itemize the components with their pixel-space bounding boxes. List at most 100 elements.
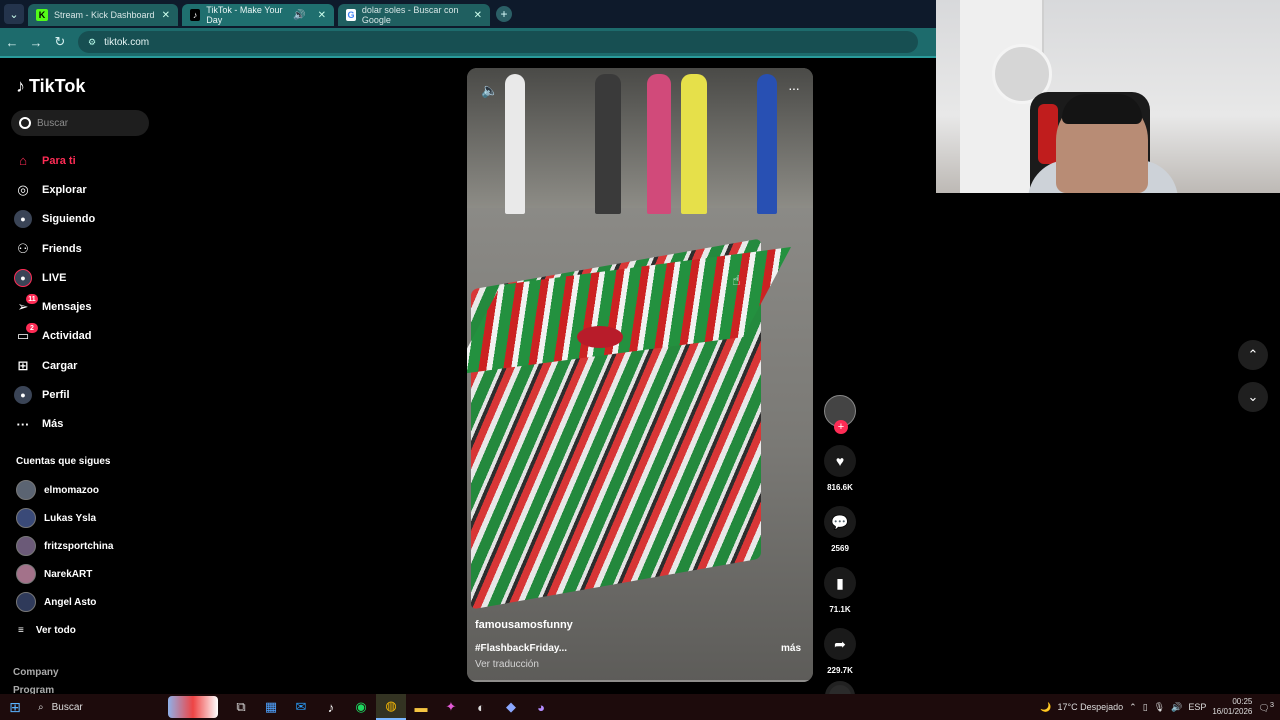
bookmark-icon[interactable]: ▮ — [824, 567, 856, 599]
following-title: Cuentas que sigues — [16, 456, 111, 467]
kick-favicon-icon: K — [36, 9, 48, 21]
nav-mas[interactable]: ··· Más — [14, 410, 154, 439]
following-list: elmomazoo Lukas Ysla fritzsportchina Nar… — [16, 476, 156, 616]
tab-kick[interactable]: K Stream - Kick Dashboard ✕ — [28, 4, 178, 26]
close-icon[interactable]: ✕ — [318, 10, 326, 21]
more-options-icon[interactable]: ··· — [788, 80, 800, 96]
close-icon[interactable]: ✕ — [162, 10, 170, 21]
nav-mensajes[interactable]: ➢ 11 Mensajes — [14, 292, 154, 321]
like-count: 816.6K — [827, 483, 853, 492]
notification-icon[interactable]: 🗨3 — [1258, 700, 1274, 714]
messages-badge: 11 — [26, 294, 38, 305]
following-account[interactable]: elmomazoo — [16, 476, 156, 504]
taskbar-search-label: Buscar — [51, 701, 83, 713]
following-account[interactable]: NarekART — [16, 560, 156, 588]
tiktok-app-icon[interactable]: ♪ — [316, 694, 346, 720]
copilot-icon[interactable]: ✦ — [436, 694, 466, 720]
following-account[interactable]: fritzsportchina — [16, 532, 156, 560]
nav-label: Friends — [42, 242, 82, 255]
google-favicon-icon: G — [346, 9, 356, 21]
nav-label: Siguiendo — [42, 213, 96, 226]
tab-google[interactable]: G dolar soles - Buscar con Google ✕ — [338, 4, 490, 26]
messages-icon: ➢ 11 — [14, 294, 38, 316]
new-tab-button[interactable]: + — [496, 6, 512, 22]
address-bar: ← → ↻ ⚙ tiktok.com — [0, 28, 936, 56]
nav-perfil[interactable]: ● Perfil — [14, 380, 154, 409]
nav-live[interactable]: ● LIVE — [14, 263, 154, 292]
tray-chevron-icon[interactable]: ⌃ — [1129, 702, 1137, 713]
discord-icon[interactable]: ◕ — [526, 694, 556, 720]
see-all-button[interactable]: ≡ Ver todo — [18, 625, 76, 636]
tab-search-icon[interactable]: ⌄ — [4, 4, 24, 24]
mic-icon[interactable]: 🎙 — [1154, 702, 1165, 713]
search-input[interactable]: Buscar — [11, 110, 149, 136]
microsoft-store-icon[interactable]: ▦ — [256, 694, 286, 720]
translate-link[interactable]: Ver traducción — [475, 659, 539, 670]
windows-start-icon[interactable]: ⊞ — [0, 694, 30, 720]
mouse-cursor-icon: ☝ — [732, 272, 741, 288]
tab-tiktok[interactable]: ♪ TikTok - Make Your Day 🔊 ✕ — [182, 4, 334, 26]
nav-label: Para ti — [42, 154, 76, 167]
main-nav: ⌂ Para ti ◎ Explorar ● Siguiendo ⚇ Frien… — [14, 146, 154, 439]
activity-badge: 2 — [26, 323, 38, 334]
url-text: tiktok.com — [104, 36, 150, 48]
comment-action[interactable]: 💬 2569 — [823, 506, 857, 553]
chrome-icon[interactable]: ◍ — [376, 694, 406, 720]
site-info-icon[interactable]: ⚙ — [88, 37, 96, 48]
outlook-icon[interactable]: ✉ — [286, 694, 316, 720]
spotify-icon[interactable]: ◉ — [346, 694, 376, 720]
close-icon[interactable]: ✕ — [474, 10, 482, 21]
language-indicator[interactable]: ESP — [1188, 702, 1206, 712]
webcam-overlay — [936, 0, 1280, 193]
nav-siguiendo[interactable]: ● Siguiendo — [14, 205, 154, 234]
browser-tabbar: ⌄ K Stream - Kick Dashboard ✕ ♪ TikTok -… — [0, 0, 936, 28]
nav-explorar[interactable]: ◎ Explorar — [14, 175, 154, 204]
creator-avatar[interactable]: + — [824, 395, 856, 434]
nav-label: Más — [42, 418, 64, 431]
share-action[interactable]: ➦ 229.7K — [823, 628, 857, 675]
share-icon[interactable]: ➦ — [824, 628, 856, 660]
follow-plus-icon[interactable]: + — [834, 420, 848, 434]
url-field[interactable]: ⚙ tiktok.com — [78, 31, 918, 53]
activity-icon: ▭ 2 — [14, 323, 38, 345]
obs-icon[interactable]: ◐ — [466, 694, 496, 720]
nav-cargar[interactable]: ⊞ Cargar — [14, 351, 154, 380]
nav-friends[interactable]: ⚇ Friends — [14, 234, 154, 263]
forward-icon[interactable]: → — [24, 30, 48, 54]
previous-video-button[interactable]: ⌃ — [1238, 340, 1268, 370]
file-explorer-icon[interactable]: ▬ — [406, 694, 436, 720]
following-account[interactable]: Angel Asto — [16, 588, 156, 616]
reload-icon[interactable]: ↻ — [48, 30, 72, 54]
save-count: 71.1K — [829, 605, 851, 614]
task-view-icon[interactable]: ⧉ — [226, 694, 256, 720]
app-icon[interactable]: ◆ — [496, 694, 526, 720]
nav-para-ti[interactable]: ⌂ Para ti — [14, 146, 154, 175]
nav-label: Mensajes — [42, 301, 92, 314]
video-player[interactable]: 🔈 ··· famousamosfunny #FlashbackFriday..… — [467, 68, 813, 682]
following-account[interactable]: Lukas Ysla — [16, 504, 156, 532]
avatar — [16, 564, 36, 584]
heart-icon[interactable]: ♥ — [824, 445, 856, 477]
more-icon: ··· — [16, 416, 30, 432]
audio-icon[interactable]: 🔊 — [293, 10, 305, 21]
comment-icon[interactable]: 💬 — [824, 506, 856, 538]
comment-count: 2569 — [831, 544, 849, 553]
back-icon[interactable]: ← — [0, 30, 24, 54]
next-video-button[interactable]: ⌄ — [1238, 382, 1268, 412]
weather-text[interactable]: 17°C Despejado — [1058, 702, 1124, 712]
clock[interactable]: 00:25 16/01/2026 — [1212, 697, 1252, 717]
footer-company[interactable]: Company — [13, 667, 59, 678]
chevron-up-icon: ⌃ — [1247, 347, 1259, 362]
volume-icon[interactable]: 🔊 — [1171, 702, 1182, 713]
search-highlight-image[interactable] — [168, 696, 218, 718]
caption-more-button[interactable]: más — [781, 643, 801, 654]
tiktok-logo[interactable]: ♪ TikTok — [16, 76, 85, 97]
taskbar-search[interactable]: ⌕ Buscar — [30, 695, 168, 719]
video-username[interactable]: famousamosfunny — [475, 619, 573, 631]
save-action[interactable]: ▮ 71.1K — [823, 567, 857, 614]
video-progress-bar[interactable] — [467, 680, 813, 682]
network-icon[interactable]: ▯ — [1143, 702, 1148, 713]
like-action[interactable]: ♥ 816.6K — [823, 445, 857, 492]
nav-actividad[interactable]: ▭ 2 Actividad — [14, 322, 154, 351]
volume-icon[interactable]: 🔈 — [481, 82, 498, 99]
